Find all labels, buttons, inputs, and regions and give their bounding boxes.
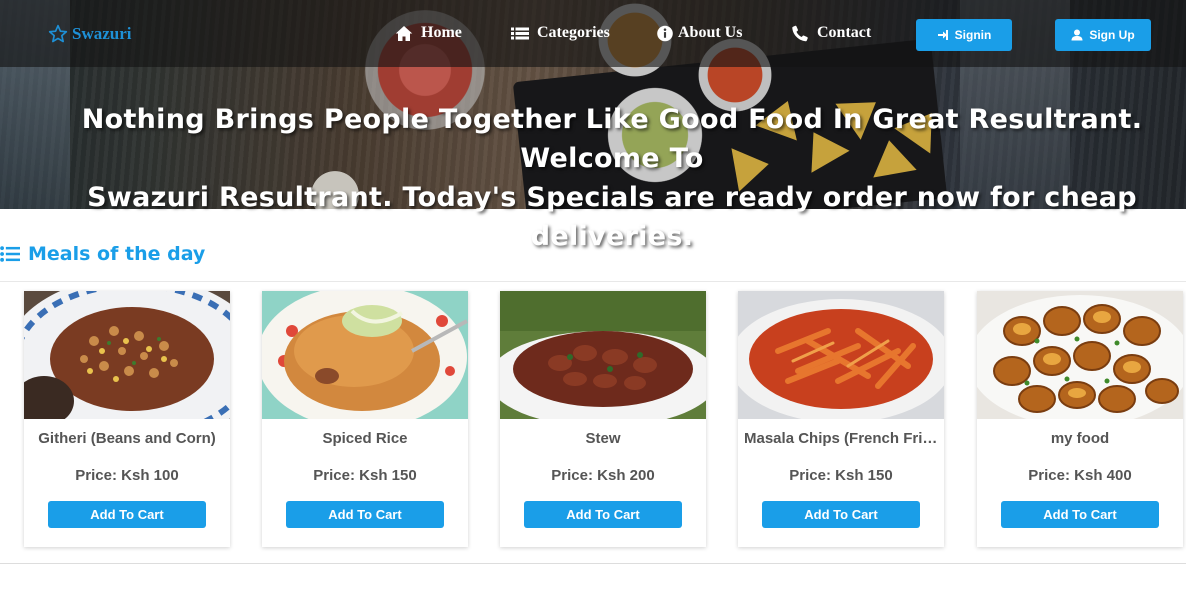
phone-icon xyxy=(792,25,808,41)
signup-label: Sign Up xyxy=(1089,28,1135,42)
meal-card: Spiced Rice Price: Ksh 150 Add To Cart xyxy=(262,291,468,547)
hero-line-2: Swazuri Resultrant. Today's Specials are… xyxy=(87,182,1137,252)
nav-contact[interactable]: Contact xyxy=(791,24,871,42)
signin-button[interactable]: Signin xyxy=(916,19,1012,51)
add-to-cart-button[interactable]: Add To Cart xyxy=(524,501,682,528)
top-navbar: Swazuri Home Categories About Us Contact xyxy=(0,0,1186,67)
signup-button[interactable]: Sign Up xyxy=(1055,19,1151,51)
section-title-text: Meals of the day xyxy=(28,243,206,265)
nav-contact-label: Contact xyxy=(817,24,872,41)
list-icon xyxy=(0,246,20,262)
meal-image[interactable] xyxy=(262,291,468,419)
add-to-cart-button[interactable]: Add To Cart xyxy=(762,501,920,528)
meal-price: Price: Ksh 100 xyxy=(75,467,179,484)
signin-label: Signin xyxy=(954,28,992,42)
meal-price: Price: Ksh 400 xyxy=(1028,467,1132,484)
meal-card: Masala Chips (French Fries) Price: Ksh 1… xyxy=(738,291,944,547)
meal-image[interactable] xyxy=(24,291,230,419)
hero-welcome-text: Nothing Brings People Together Like Good… xyxy=(0,100,1186,256)
nav-about-us[interactable]: About Us xyxy=(656,24,742,42)
meal-name: Spiced Rice xyxy=(322,430,408,447)
meal-image[interactable] xyxy=(977,291,1183,419)
nav-categories-label: Categories xyxy=(537,24,610,41)
nav-about-label: About Us xyxy=(678,24,743,41)
meal-price: Price: Ksh 150 xyxy=(313,467,417,484)
meal-card: Stew Price: Ksh 200 Add To Cart xyxy=(500,291,706,547)
info-circle-icon xyxy=(657,25,673,41)
meal-image[interactable] xyxy=(500,291,706,419)
meals-section-title: Meals of the day xyxy=(0,243,205,265)
section-divider-top xyxy=(0,281,1186,282)
meal-name: my food xyxy=(1050,430,1110,447)
nav-home[interactable]: Home xyxy=(395,24,462,42)
hero-line-1: Nothing Brings People Together Like Good… xyxy=(81,104,1143,174)
meal-card: Githeri (Beans and Corn) Price: Ksh 100 … xyxy=(24,291,230,547)
add-to-cart-button[interactable]: Add To Cart xyxy=(48,501,206,528)
add-to-cart-button[interactable]: Add To Cart xyxy=(286,501,444,528)
nav-categories[interactable]: Categories xyxy=(511,24,610,42)
nav-home-label: Home xyxy=(421,24,462,41)
star-outline-icon xyxy=(48,24,68,43)
meal-card: my food Price: Ksh 400 Add To Cart xyxy=(977,291,1183,547)
home-icon xyxy=(395,25,413,41)
sign-in-icon xyxy=(937,30,948,40)
brand-logo[interactable]: Swazuri xyxy=(48,24,132,44)
meal-price: Price: Ksh 150 xyxy=(789,467,893,484)
meal-name: Stew xyxy=(585,430,621,447)
section-divider-bottom xyxy=(0,563,1186,564)
meal-image[interactable] xyxy=(738,291,944,419)
meal-name: Githeri (Beans and Corn) xyxy=(38,430,216,447)
meal-name: Masala Chips (French Fries) xyxy=(744,430,938,447)
user-icon xyxy=(1071,29,1083,41)
add-to-cart-button[interactable]: Add To Cart xyxy=(1001,501,1159,528)
brand-name: Swazuri xyxy=(72,24,132,43)
meal-price: Price: Ksh 200 xyxy=(551,467,655,484)
list-icon xyxy=(511,27,529,39)
